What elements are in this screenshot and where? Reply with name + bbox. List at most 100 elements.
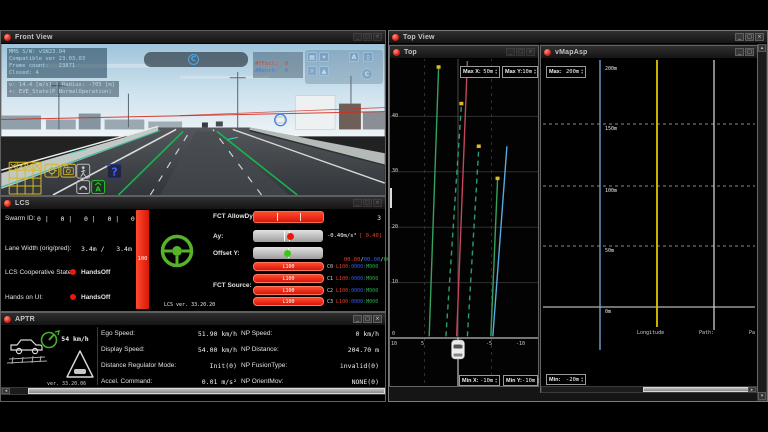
close-icon[interactable]: ×: [373, 315, 382, 323]
lane-width-label: Lane Width (orig/pred):: [5, 245, 71, 252]
series-label-path: Path:: [699, 330, 714, 336]
close-icon[interactable]: ×: [755, 33, 764, 41]
coop-state-value: HandsOff: [81, 269, 110, 276]
lane-assist-icon[interactable]: A: [92, 181, 105, 194]
allowdyn-value: 3: [367, 214, 381, 222]
close-icon[interactable]: ×: [373, 33, 382, 41]
lcs-titlebar[interactable]: LCS _ □ ×: [1, 197, 385, 210]
x-tick: 10: [391, 341, 397, 347]
top-view-titlebar[interactable]: Top View _ □ ×: [389, 31, 767, 44]
spinner-arrows-icon[interactable]: ▴▾: [495, 69, 497, 75]
hud-status-line: v: 14.4 [m/s] | Radius: -705 [m]: [9, 82, 117, 89]
hud-info-line: MMS S/W: vSN23.04: [9, 49, 105, 56]
maximize-icon[interactable]: □: [745, 48, 754, 56]
ego-car-icon: [11, 340, 42, 354]
window-buttons[interactable]: _ □ ×: [353, 33, 382, 41]
max-x-spinner[interactable]: Max X: 50m ▴▾: [460, 66, 500, 78]
fct-source-bar-0: L100: [253, 262, 324, 271]
version-line: LCS ver. 33.20.20: [164, 303, 215, 309]
scroll-right-arrow[interactable]: ▸: [748, 387, 756, 392]
offset-orig: 00.00: [344, 257, 361, 263]
y-tick: 0: [392, 331, 395, 337]
topview-endpoint-marker: [437, 65, 441, 69]
lcs-title: LCS: [15, 200, 30, 207]
scroll-left-arrow[interactable]: ◂: [2, 388, 10, 394]
grid-label: 150m: [605, 126, 617, 132]
vmap-titlebar[interactable]: vMapAsp _ □: [541, 46, 757, 59]
window-buttons[interactable]: _ □ ×: [735, 33, 764, 41]
x-tick: -10: [516, 341, 525, 347]
sun-icon[interactable]: ☼: [307, 66, 317, 76]
aptr-titlebar[interactable]: APTR _ □ ×: [1, 313, 385, 326]
hud-counter-line: #Bench: 0: [255, 68, 301, 76]
minimize-icon[interactable]: _: [735, 33, 744, 41]
y-tick: 30: [392, 168, 398, 174]
grid-label: 0m: [605, 309, 611, 315]
vmap-horizontal-scrollbar[interactable]: ▸: [541, 386, 757, 393]
scrollbar-thumb[interactable]: [643, 387, 749, 392]
max-y-spinner[interactable]: Max Y: 10m ▴▾: [502, 66, 538, 78]
spinner-arrows-icon[interactable]: ▴▾: [537, 378, 539, 384]
vmap-min-spinner[interactable]: Min: -20m ▴▾: [546, 374, 586, 385]
help-icon[interactable]: ?: [108, 164, 122, 178]
roadway: [1, 126, 384, 195]
spinner-arrows-icon[interactable]: ▴▾: [495, 378, 497, 384]
app-icon: [4, 34, 11, 41]
minimize-icon[interactable]: _: [353, 199, 362, 207]
star-icon[interactable]: ✶: [319, 52, 329, 62]
hud-info-line: Closed: 4: [9, 70, 105, 77]
spinner-arrows-icon[interactable]: ▴▾: [581, 69, 583, 75]
front-view-titlebar[interactable]: Front View _ □ ×: [1, 31, 385, 44]
window-buttons[interactable]: _ □ ×: [353, 315, 382, 323]
x-tick: 0: [460, 341, 463, 347]
horizontal-scrollbar[interactable]: ◂: [1, 387, 385, 395]
ay-indicator-dot: [287, 233, 294, 240]
battery-icon[interactable]: ▯: [363, 52, 373, 62]
scrollbar-thumb[interactable]: [28, 388, 385, 394]
scrollbar-fragment: [390, 188, 392, 208]
screen: Front View _ □ ×: [0, 0, 768, 432]
maximize-icon[interactable]: □: [745, 33, 754, 41]
minimize-icon[interactable]: _: [353, 315, 362, 323]
top-view-title: Top View: [403, 34, 435, 41]
window-buttons[interactable]: _ □ ×: [506, 48, 535, 56]
coop-state-label: LCS Cooperative State:: [5, 269, 73, 276]
mountain-icon[interactable]: ▲: [319, 66, 329, 76]
spinner-arrows-icon[interactable]: ▴▾: [534, 69, 536, 75]
hud-banner: C: [144, 52, 248, 67]
maximize-icon[interactable]: □: [363, 315, 372, 323]
hands-on-ui-label: Hands on UI:: [5, 294, 43, 301]
top-plot-titlebar[interactable]: Top _ □ ×: [390, 46, 538, 59]
table-row: Display Speed: 54.00 km/h NP Distance: 2…: [101, 346, 381, 356]
app-icon: [544, 49, 551, 56]
scroll-down-arrow[interactable]: ▾: [758, 392, 766, 400]
coop-state-indicator: [70, 269, 76, 275]
min-y-spinner[interactable]: Min Y: -10m ▴▾: [503, 375, 538, 386]
window-buttons[interactable]: _ □: [735, 48, 754, 56]
allowdyn-bar: [253, 211, 324, 223]
auto-icon[interactable]: A: [349, 52, 359, 62]
x-tick: 5: [421, 341, 424, 347]
minimize-icon[interactable]: _: [506, 48, 515, 56]
minimize-icon[interactable]: _: [353, 33, 362, 41]
list-icon[interactable]: ▦: [307, 52, 317, 62]
ay-value: -0.40m/s²: [327, 233, 357, 239]
topview-plot: [390, 46, 538, 386]
scroll-up-arrow[interactable]: ▴: [758, 44, 766, 52]
maximize-icon[interactable]: □: [363, 33, 372, 41]
app-icon: [4, 200, 11, 207]
offset-mid: 00.00: [364, 257, 381, 263]
c-button[interactable]: C: [361, 68, 373, 80]
vmap-max-spinner[interactable]: Max: 200m ▴▾: [546, 66, 586, 78]
spinner-arrows-icon[interactable]: ▴▾: [581, 377, 583, 383]
window-buttons[interactable]: _ □ ×: [353, 199, 382, 207]
vertical-scrollbar[interactable]: ▴ ▾: [757, 43, 767, 401]
close-icon[interactable]: ×: [526, 48, 535, 56]
close-icon[interactable]: ×: [373, 199, 382, 207]
minimize-icon[interactable]: _: [735, 48, 744, 56]
aptr-window: APTR _ □ ×: [0, 312, 386, 402]
confidence-gauge: 100: [136, 210, 149, 309]
maximize-icon[interactable]: □: [516, 48, 525, 56]
maximize-icon[interactable]: □: [363, 199, 372, 207]
min-x-spinner[interactable]: Min X: -10m ▴▾: [459, 375, 500, 386]
